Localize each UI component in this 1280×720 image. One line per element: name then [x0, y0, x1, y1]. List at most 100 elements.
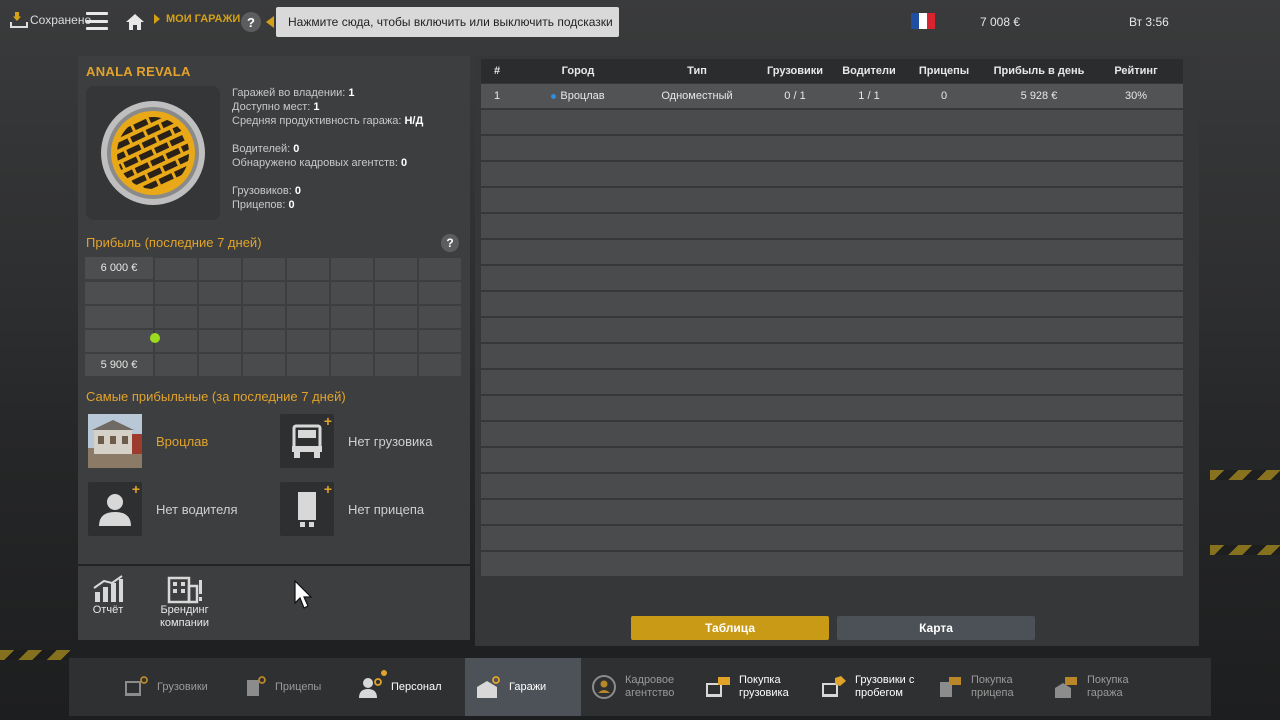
- best-trailer[interactable]: + Нет прицепа: [280, 482, 424, 536]
- cell-rating: 30%: [1124, 90, 1148, 102]
- grid-label-cell: [85, 282, 153, 304]
- save-indicator[interactable]: Сохранено: [10, 12, 91, 28]
- stat-agencies: Обнаружено кадровых агентств: 0: [232, 157, 408, 169]
- best-city[interactable]: Вроцлав: [88, 414, 208, 468]
- grid-cell: [199, 354, 241, 376]
- nav-buy-trailer[interactable]: Покупка прицепа: [937, 658, 1014, 716]
- city-thumbnail: [88, 414, 142, 468]
- grid-cell: [243, 282, 285, 304]
- download-icon: [10, 12, 28, 28]
- chart-icon: [93, 575, 123, 602]
- table-row-empty: [481, 188, 1183, 212]
- profit-chart-title: Прибыль (последние 7 дней): [86, 235, 262, 250]
- buy-garage-icon: [1055, 677, 1077, 698]
- garage-details-panel: ANALA REVALA Гаражей во владении: 1 Дост…: [78, 56, 470, 564]
- nav-used-trucks[interactable]: Грузовики с пробегом: [821, 658, 914, 716]
- table-row-empty: [481, 162, 1183, 186]
- best-driver[interactable]: + Нет водителя: [88, 482, 238, 536]
- table-row-empty: [481, 526, 1183, 550]
- best-truck-label: Нет грузовика: [348, 433, 433, 449]
- nav-trailers[interactable]: Прицепы: [241, 658, 321, 716]
- table-row-empty: [481, 266, 1183, 290]
- truck-slot: +: [280, 414, 334, 468]
- table-row-empty: [481, 422, 1183, 446]
- truck-gear-icon: [125, 676, 148, 696]
- branding-label-line2: компании: [160, 617, 210, 629]
- garage-logo: [86, 86, 220, 220]
- map-view-button[interactable]: Карта: [837, 616, 1035, 640]
- grid-cell: [375, 354, 417, 376]
- stat-trucks: Грузовиков: 0: [232, 185, 301, 197]
- branding-button[interactable]: Брендинг компании: [160, 574, 209, 630]
- table-row[interactable]: 1 Вроцлав Одноместный 0 / 1 1 / 1 0 5 92…: [481, 84, 1183, 108]
- nav-garages[interactable]: Гаражи: [465, 658, 581, 716]
- nav-buy-truck[interactable]: Покупка грузовика: [705, 658, 789, 716]
- nav-agency-label: Кадровое агентство: [625, 674, 675, 699]
- grid-cell: [419, 282, 461, 304]
- trailer-slot: +: [280, 482, 334, 536]
- header-trucks[interactable]: Грузовики: [751, 65, 839, 77]
- header-city[interactable]: Город: [513, 65, 643, 77]
- grid-cell: [419, 306, 461, 328]
- breadcrumb-arrow-icon: [154, 14, 160, 24]
- money-display: 7 008 €: [980, 15, 1021, 29]
- table-header: # Город Тип Грузовики Водители Прицепы П…: [481, 59, 1183, 83]
- home-icon[interactable]: [125, 13, 145, 31]
- header-trailers[interactable]: Прицепы: [899, 65, 989, 77]
- table-view-button[interactable]: Таблица: [631, 616, 829, 640]
- grid-cell: [199, 282, 241, 304]
- table-row-empty: [481, 318, 1183, 342]
- garage-stats: Гаражей во владении: 1 Доступно мест: 1 …: [232, 86, 423, 212]
- nav-staff[interactable]: Персонал: [357, 658, 442, 716]
- grid-cell: [155, 258, 197, 280]
- buy-truck-icon: [706, 677, 730, 697]
- building-icon: [167, 576, 202, 604]
- stat-slots: Доступно мест: 1: [232, 101, 320, 113]
- driver-slot: +: [88, 482, 142, 536]
- stat-trailers: Прицепов: 0: [232, 199, 295, 211]
- header-rating[interactable]: Рейтинг: [1089, 65, 1183, 77]
- nav-buy-truck-label: Покупка грузовика: [739, 674, 789, 699]
- grid-cell: [331, 282, 373, 304]
- grid-cell: [287, 282, 329, 304]
- table-row-empty: [481, 370, 1183, 394]
- grid-cell: [243, 354, 285, 376]
- nav-buy-garage[interactable]: Покупка гаража: [1053, 658, 1129, 716]
- best-trailer-label: Нет прицепа: [348, 501, 425, 517]
- table-row-empty: [481, 474, 1183, 498]
- grid-cell: [419, 354, 461, 376]
- used-truck-icon: [822, 676, 846, 697]
- y-tick-label-min: 5 900 €: [85, 354, 153, 376]
- header-drivers[interactable]: Водители: [839, 65, 899, 77]
- nav-agency[interactable]: Кадровое агентство: [591, 658, 674, 716]
- cell-city: Вроцлав: [513, 90, 643, 102]
- branding-label-line1: Брендинг: [160, 604, 209, 616]
- add-icon: +: [131, 481, 140, 497]
- table-row-empty: [481, 214, 1183, 238]
- hints-toggle-button[interactable]: ?: [241, 12, 261, 32]
- cell-drivers: 1 / 1: [858, 90, 880, 102]
- report-button[interactable]: Отчёт: [92, 574, 124, 617]
- garage-gear-icon: [477, 676, 500, 698]
- stat-owned: Гаражей во владении: 1: [232, 87, 355, 99]
- grid-cell: [287, 258, 329, 280]
- france-flag-icon[interactable]: [911, 13, 935, 29]
- grid-cell: [155, 354, 197, 376]
- profit-help-button[interactable]: ?: [441, 234, 459, 252]
- nav-used-trucks-label: Грузовики с пробегом: [855, 674, 915, 699]
- hint-tooltip: Нажмите сюда, чтобы включить или выключи…: [276, 7, 619, 37]
- breadcrumb: МОИ ГАРАЖИ: [154, 13, 240, 25]
- nav-trucks[interactable]: Грузовики: [123, 658, 208, 716]
- city-image-icon: [88, 414, 142, 468]
- grid-cell: [375, 282, 417, 304]
- grid-cell: [199, 306, 241, 328]
- cell-type: Одноместный: [661, 90, 733, 102]
- best-truck[interactable]: + Нет грузовика: [280, 414, 433, 468]
- hazard-stripe: [1210, 545, 1280, 555]
- menu-button[interactable]: [86, 12, 108, 30]
- bottom-navigation: Грузовики Прицепы Персонал Гаражи Кадров…: [69, 658, 1211, 716]
- header-profit[interactable]: Прибыль в день: [989, 65, 1089, 77]
- garage-name: ANALA REVALA: [86, 64, 191, 79]
- header-index[interactable]: #: [481, 65, 513, 77]
- header-type[interactable]: Тип: [643, 65, 751, 77]
